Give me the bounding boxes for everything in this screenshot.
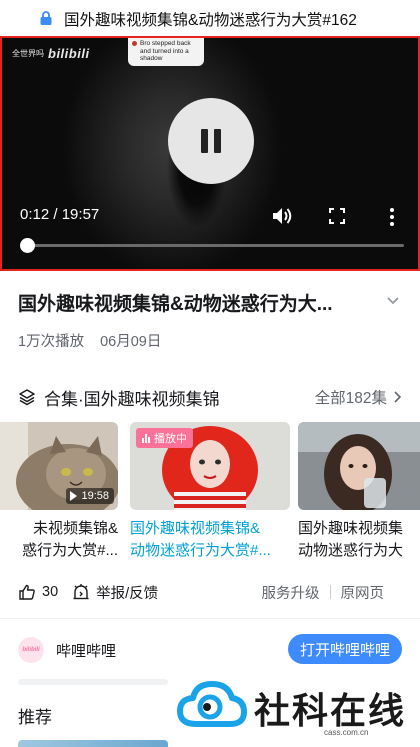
collection-carousel[interactable]: 19:58 未视频集锦& 惑行为大赏#... 播放中 国外趣味视频集锦& 动物迷…	[0, 422, 420, 572]
report-icon	[73, 584, 89, 600]
now-playing-badge: 播放中	[136, 428, 193, 448]
app-name: 哔哩哔哩	[56, 642, 117, 660]
fullscreen-icon[interactable]	[329, 208, 345, 224]
like-count: 30	[42, 584, 59, 600]
card-title-line2: 动物迷惑行为大赏#...	[130, 542, 271, 559]
progress-track[interactable]	[19, 238, 404, 253]
play-icon	[70, 491, 78, 501]
video-player[interactable]: 全世界吗 bilibili Bro stepped back and turne…	[0, 36, 420, 271]
caption-text: Bro stepped back and turned into a shado…	[140, 40, 191, 62]
section-divider	[0, 618, 420, 619]
player-watermark: 全世界吗 bilibili	[12, 46, 90, 61]
now-playing-label: 播放中	[154, 433, 187, 445]
time-separator: /	[49, 206, 62, 223]
avatar-dot	[132, 41, 137, 46]
progress-handle[interactable]	[19, 238, 35, 253]
publish-date: 06月09日	[100, 334, 162, 350]
url-bar[interactable]: 国外趣味视频集锦&动物迷惑行为大赏#162	[0, 0, 420, 36]
volume-icon[interactable]	[271, 206, 293, 226]
action-row: 30 举报/反馈 服务升级 原网页	[18, 580, 402, 604]
open-app-button[interactable]: 打开哔哩哔哩	[287, 634, 402, 664]
more-vertical-icon[interactable]	[388, 208, 396, 226]
footer-links: 服务升级 原网页	[262, 582, 385, 603]
card-title-line1: 国外趣味视频集	[298, 520, 404, 537]
collection-title: 合集·国外趣味视频集锦	[44, 389, 220, 409]
card-thumbnail-clown: 播放中	[130, 422, 290, 510]
like-button[interactable]: 30	[18, 583, 58, 601]
chevron-right-icon	[394, 391, 402, 403]
collection-all-label: 全部182集	[314, 390, 387, 407]
chevron-down-icon[interactable]	[386, 294, 400, 308]
cloud-logo-icon	[177, 681, 247, 727]
site-watermark: 社科在线 cass.com.cn	[176, 678, 406, 740]
pause-icon	[201, 129, 208, 153]
page-title: 国外趣味视频集锦&动物迷惑行为大赏#162	[64, 12, 357, 29]
current-time: 0:12	[20, 206, 50, 223]
pause-button[interactable]	[168, 98, 254, 184]
recommend-heading: 推荐	[18, 708, 52, 727]
thumbs-up-icon	[19, 584, 35, 600]
card-title: 国外趣味视频集锦& 动物迷惑行为大赏#...	[130, 518, 290, 562]
placeholder-bar	[18, 679, 168, 685]
card-title-line2: 惑行为大赏#...	[22, 542, 118, 559]
report-label: 举报/反馈	[96, 585, 159, 602]
card-title-line1: 未视频集锦&	[32, 520, 118, 537]
service-upgrade-link[interactable]: 服务升级	[262, 582, 320, 603]
card-title-line1: 国外趣味视频集锦&	[130, 520, 261, 537]
lock-icon	[40, 11, 52, 25]
video-caption-bubble: Bro stepped back and turned into a shado…	[128, 38, 204, 66]
video-meta: 1万次播放 06月09日	[18, 330, 161, 351]
bilibili-logo: bilibili	[18, 637, 44, 663]
bilibili-logo-text: bilibili	[22, 647, 40, 653]
watermark-brand: bilibili	[48, 46, 90, 61]
collection-header[interactable]: 合集·国外趣味视频集锦 全部182集	[18, 386, 402, 409]
duration-badge: 19:58	[66, 488, 114, 504]
time-display: 0:12 / 19:57	[20, 206, 99, 223]
card-title: 未视频集锦& 惑行为大赏#...	[0, 518, 118, 562]
card-thumbnail-cat: 19:58	[0, 422, 118, 510]
equalizer-icon	[142, 433, 150, 443]
video-title: 国外趣味视频集锦&动物迷惑行为大...	[18, 294, 333, 315]
layers-icon	[19, 389, 35, 406]
total-duration: 19:57	[61, 206, 100, 223]
card-title: 国外趣味视频集 动物迷惑行为大	[298, 518, 420, 562]
view-count: 1万次播放	[18, 334, 85, 350]
report-button[interactable]: 举报/反馈	[72, 582, 158, 603]
link-divider	[329, 585, 331, 599]
card-duration: 19:58	[81, 490, 109, 502]
original-page-link[interactable]: 原网页	[341, 582, 385, 603]
recommend-thumbnail-strip[interactable]	[18, 740, 168, 747]
collection-all-link[interactable]: 全部182集	[315, 386, 402, 408]
card-thumbnail-girl	[298, 422, 420, 510]
watermark-text: 社科在线	[254, 690, 407, 732]
card-title-line2: 动物迷惑行为大	[298, 542, 404, 559]
app-open-bar: bilibili 哔哩哔哩 打开哔哩哔哩	[18, 634, 402, 664]
watermark-small-text: 全世界吗	[12, 49, 44, 58]
watermark-url: cass.com.cn	[324, 728, 369, 737]
